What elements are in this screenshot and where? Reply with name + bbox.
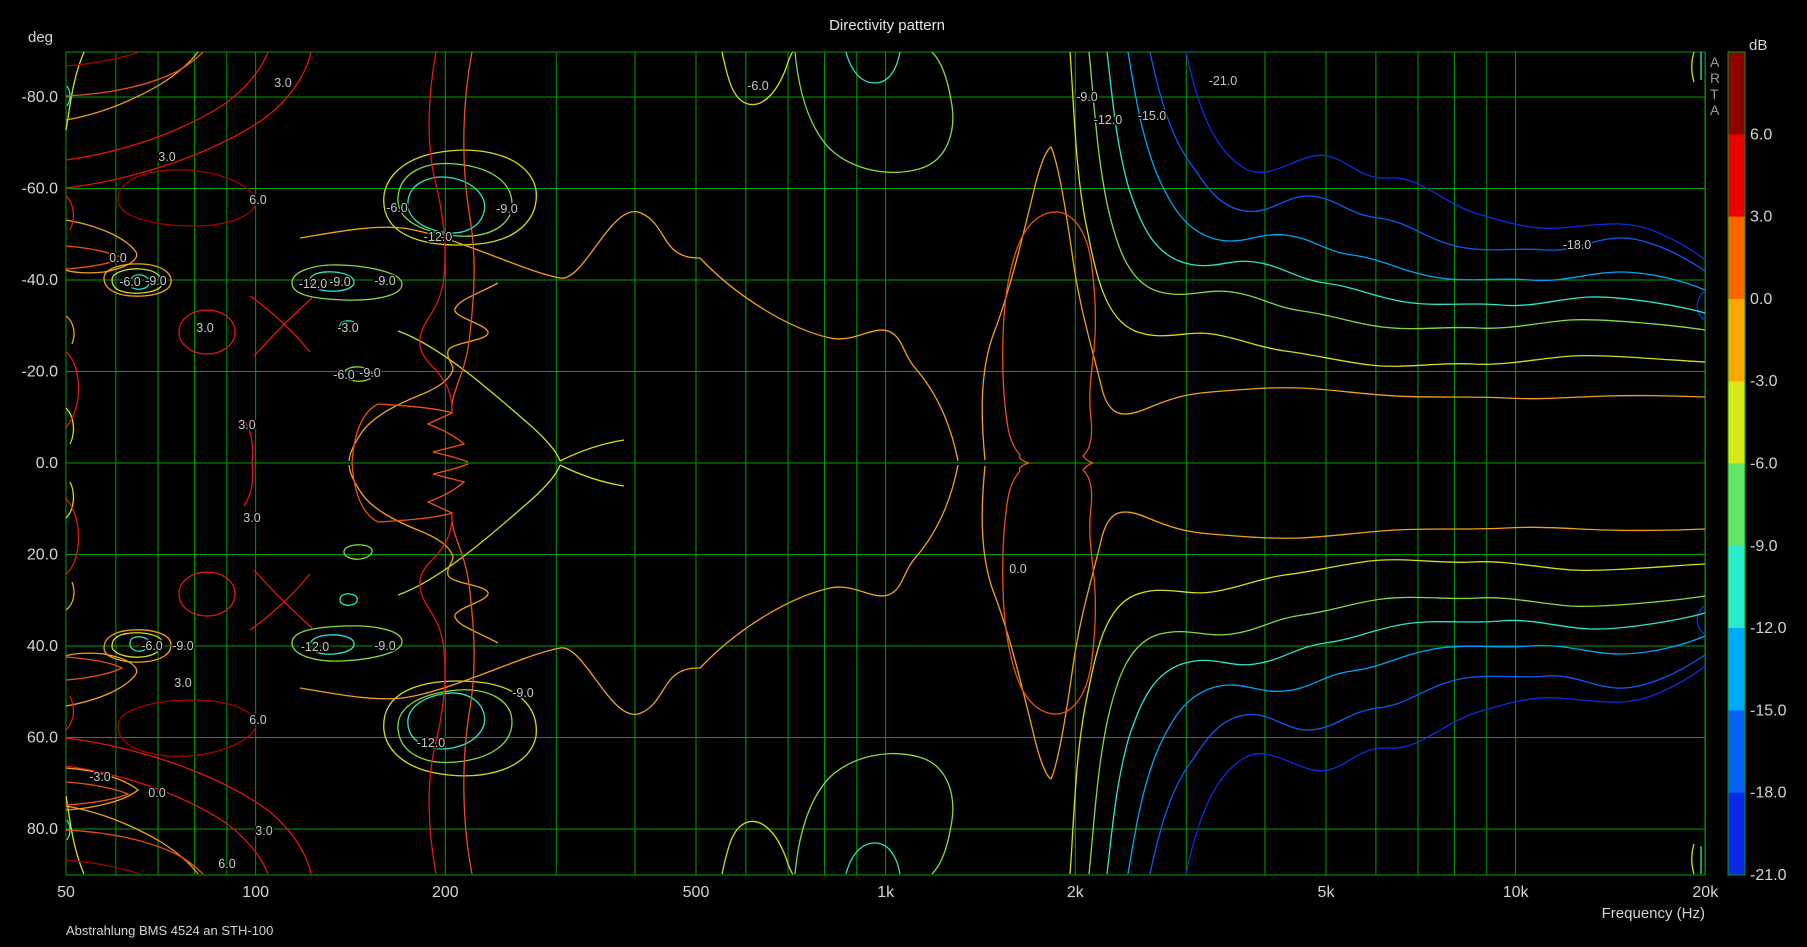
colorbar-segment xyxy=(1728,546,1745,629)
y-tick-label: -20.0 xyxy=(22,364,59,381)
colorbar-tick-label: -9.0 xyxy=(1750,538,1778,555)
contour-value-label: -12.0 xyxy=(299,277,328,291)
colorbar-tick-label: -15.0 xyxy=(1750,702,1787,719)
colorbar-segment xyxy=(1728,299,1745,382)
directivity-contour-plot[interactable]: Directivity pattern deg Frequency (Hz) d… xyxy=(0,0,1807,947)
contour-value-label: -6.0 xyxy=(119,275,141,289)
colorbar-segment xyxy=(1728,464,1745,547)
y-tick-label: -60.0 xyxy=(22,181,59,198)
contour-value-label: -12.0 xyxy=(1094,113,1123,127)
contour-value-label: -6.0 xyxy=(141,639,163,653)
contour-value-label: 6.0 xyxy=(249,193,266,207)
contour-value-label: -21.0 xyxy=(1209,74,1238,88)
colorbar-tick-label: -3.0 xyxy=(1750,373,1778,390)
contour-value-label: -9.0 xyxy=(374,639,396,653)
x-tick-label: 1k xyxy=(877,884,895,901)
colorbar-tick-label: -6.0 xyxy=(1750,456,1778,473)
contour-value-label: 3.0 xyxy=(255,824,272,838)
arta-watermark-letter: A xyxy=(1710,54,1720,70)
contour-value-label: 3.0 xyxy=(174,676,191,690)
footer-note: Abstrahlung BMS 4524 an STH-100 xyxy=(66,923,273,938)
x-tick-label: 500 xyxy=(683,884,710,901)
contour-value-label: 3.0 xyxy=(238,418,255,432)
colorbar-tick-label: -12.0 xyxy=(1750,620,1787,637)
contour-value-label: -9.0 xyxy=(145,274,167,288)
contour-value-label: -9.0 xyxy=(512,686,534,700)
contour-value-label: 3.0 xyxy=(243,511,260,525)
contour-value-label: 0.0 xyxy=(1009,562,1026,576)
contour-value-label: -9.0 xyxy=(329,275,351,289)
contour-value-label: -3.0 xyxy=(89,770,111,784)
contour-value-label: -3.0 xyxy=(337,321,359,335)
plot-background xyxy=(0,0,1807,947)
colorbar-segment xyxy=(1728,52,1745,135)
y-tick-label: 40.0 xyxy=(27,638,58,655)
colorbar-tick-label: 6.0 xyxy=(1750,126,1772,143)
page-title: Directivity pattern xyxy=(829,17,945,34)
contour-value-label: -9.0 xyxy=(496,202,518,216)
contour-value-label: 3.0 xyxy=(196,321,213,335)
y-tick-label: 0.0 xyxy=(36,455,58,472)
frequency-axis-label: Frequency (Hz) xyxy=(1602,905,1705,922)
y-tick-label: -80.0 xyxy=(22,89,59,106)
colorbar-tick-label: -21.0 xyxy=(1750,867,1787,884)
colorbar-db-label: dB xyxy=(1749,37,1767,54)
contour-value-label: -9.0 xyxy=(172,639,194,653)
x-tick-label: 2k xyxy=(1067,884,1085,901)
colorbar-segment xyxy=(1728,793,1745,876)
colorbar-segment xyxy=(1728,710,1745,793)
colorbar-tick-label: 0.0 xyxy=(1750,291,1772,308)
contour-value-label: -12.0 xyxy=(301,640,330,654)
contour-value-label: 6.0 xyxy=(218,857,235,871)
deg-axis-label: deg xyxy=(28,29,53,46)
arta-watermark-letter: R xyxy=(1710,70,1720,86)
colorbar-segment xyxy=(1728,134,1745,217)
contour-value-label: 3.0 xyxy=(158,150,175,164)
colorbar-segment xyxy=(1728,217,1745,300)
contour-value-label: -12.0 xyxy=(417,736,446,750)
contour-value-label: -6.0 xyxy=(747,79,769,93)
arta-watermark-letter: T xyxy=(1710,86,1719,102)
contour-value-label: 6.0 xyxy=(249,713,266,727)
contour-value-label: -15.0 xyxy=(1138,109,1167,123)
colorbar-segment xyxy=(1728,381,1745,464)
x-tick-label: 20k xyxy=(1692,884,1719,901)
colorbar-tick-label: 3.0 xyxy=(1750,209,1772,226)
colorbar-segment xyxy=(1728,628,1745,711)
y-tick-label: -40.0 xyxy=(22,272,59,289)
contour-value-label: -9.0 xyxy=(374,274,396,288)
y-tick-label: 80.0 xyxy=(27,821,58,838)
contour-value-label: -6.0 xyxy=(386,201,408,215)
contour-value-label: -18.0 xyxy=(1563,238,1592,252)
contour-value-label: 0.0 xyxy=(109,251,126,265)
contour-value-label: 3.0 xyxy=(274,76,291,90)
y-tick-label: 60.0 xyxy=(27,730,58,747)
x-tick-label: 200 xyxy=(432,884,459,901)
contour-value-label: -6.0 xyxy=(333,368,355,382)
colorbar-tick-label: -18.0 xyxy=(1750,785,1787,802)
y-tick-label: 20.0 xyxy=(27,547,58,564)
x-tick-label: 100 xyxy=(242,884,269,901)
contour-value-label: -9.0 xyxy=(1076,90,1098,104)
contour-value-label: 0.0 xyxy=(148,786,165,800)
arta-watermark-letter: A xyxy=(1710,102,1720,118)
contour-value-label: -9.0 xyxy=(359,366,381,380)
contour-value-label: -12.0 xyxy=(424,230,453,244)
x-tick-label: 10k xyxy=(1503,884,1530,901)
x-tick-label: 50 xyxy=(57,884,75,901)
x-tick-label: 5k xyxy=(1318,884,1336,901)
